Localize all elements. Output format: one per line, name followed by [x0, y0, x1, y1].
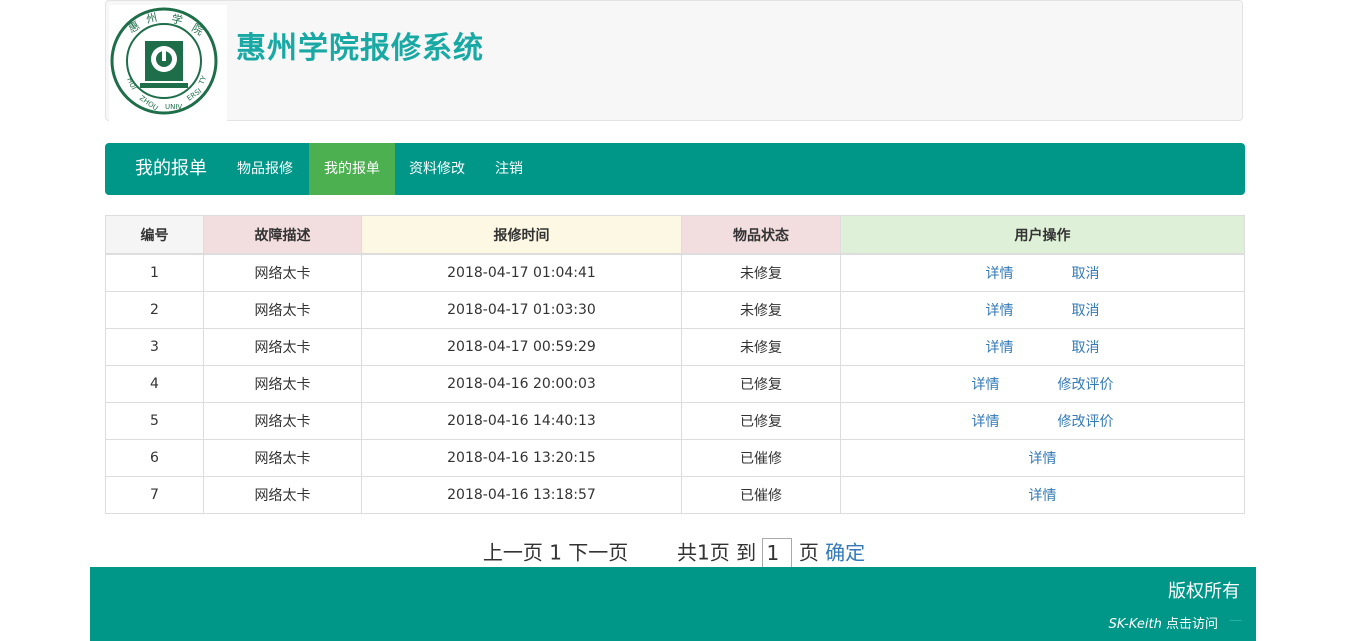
cell-id: 7 — [105, 476, 204, 514]
university-logo: 惠 州 学 院 HUI ZHOU UNIV ERSI TY — [109, 5, 227, 121]
cell-actions: 详情 — [840, 439, 1245, 477]
cell-time: 2018-04-16 20:00:03 — [361, 365, 682, 403]
cell-actions: 详情 — [840, 476, 1245, 514]
col-header-status: 物品状态 — [681, 215, 841, 255]
col-header-time: 报修时间 — [361, 215, 682, 255]
cell-status: 未修复 — [681, 253, 841, 292]
cell-desc: 网络太卡 — [203, 328, 362, 366]
col-header-id: 编号 — [105, 215, 204, 255]
current-page: 1 — [549, 540, 562, 565]
cell-desc: 网络太卡 — [203, 476, 362, 514]
cancel-link[interactable]: 取消 — [1072, 263, 1100, 283]
cell-status: 已修复 — [681, 365, 841, 403]
prev-page-link[interactable]: 上一页 — [483, 541, 543, 565]
page-header: 惠 州 学 院 HUI ZHOU UNIV ERSI TY 惠州学院报修系统 — [105, 0, 1243, 121]
edit-review-link[interactable]: 修改评价 — [1058, 411, 1114, 431]
cell-desc: 网络太卡 — [203, 253, 362, 292]
cancel-link[interactable]: 取消 — [1072, 300, 1100, 320]
cell-time: 2018-04-16 14:40:13 — [361, 402, 682, 440]
navbar-brand[interactable]: 我的报单 — [135, 143, 207, 195]
cell-desc: 网络太卡 — [203, 365, 362, 403]
cell-desc: 网络太卡 — [203, 439, 362, 477]
table-row: 1 网络太卡 2018-04-17 01:04:41 未修复 详情 取消 — [105, 253, 1245, 292]
cell-actions: 详情 修改评价 — [840, 402, 1245, 440]
svg-text:UNIV: UNIV — [165, 103, 182, 111]
cell-time: 2018-04-16 13:18:57 — [361, 476, 682, 514]
cell-actions: 详情 修改评价 — [840, 365, 1245, 403]
cell-desc: 网络太卡 — [203, 402, 362, 440]
nav-item-report[interactable]: 物品报修 — [223, 143, 307, 195]
nav-item-logout[interactable]: 注销 — [479, 143, 539, 195]
cell-id: 6 — [105, 439, 204, 477]
table-row: 3 网络太卡 2018-04-17 00:59:29 未修复 详情 取消 — [105, 328, 1245, 366]
cell-status: 未修复 — [681, 291, 841, 329]
cell-time: 2018-04-17 01:03:30 — [361, 291, 682, 329]
col-header-desc: 故障描述 — [203, 215, 362, 255]
cell-id: 1 — [105, 253, 204, 292]
detail-link[interactable]: 详情 — [986, 337, 1014, 357]
footer-dash: — — [1229, 613, 1242, 628]
cell-actions: 详情 取消 — [840, 291, 1245, 329]
cell-status: 已催修 — [681, 439, 841, 477]
main-navbar: 我的报单 物品报修 我的报单 资料修改 注销 — [105, 143, 1245, 195]
cell-actions: 详情 取消 — [840, 253, 1245, 292]
table-header-row: 编号 故障描述 报修时间 物品状态 用户操作 — [105, 215, 1245, 255]
table-row: 7 网络太卡 2018-04-16 13:18:57 已催修 详情 — [105, 476, 1245, 514]
detail-link[interactable]: 详情 — [986, 263, 1014, 283]
detail-link[interactable]: 详情 — [1029, 448, 1057, 468]
page-number-input[interactable]: 1 — [762, 537, 793, 568]
goto-label: 到 — [736, 540, 757, 565]
detail-link[interactable]: 详情 — [972, 374, 1000, 394]
cell-actions: 详情 取消 — [840, 328, 1245, 366]
author-visit-link[interactable]: SK-Keith 点击访问 — [1109, 613, 1218, 632]
cell-status: 未修复 — [681, 328, 841, 366]
cell-status: 已催修 — [681, 476, 841, 514]
cell-time: 2018-04-17 00:59:29 — [361, 328, 682, 366]
cell-time: 2018-04-17 01:04:41 — [361, 253, 682, 292]
total-pages: 共1页 — [677, 540, 730, 565]
cell-id: 2 — [105, 291, 204, 329]
nav-item-my-orders[interactable]: 我的报单 — [309, 143, 395, 195]
copyright-text: 版权所有 — [1168, 581, 1240, 602]
edit-review-link[interactable]: 修改评价 — [1058, 374, 1114, 394]
cancel-link[interactable]: 取消 — [1072, 337, 1100, 357]
table-row: 2 网络太卡 2018-04-17 01:03:30 未修复 详情 取消 — [105, 291, 1245, 329]
table-row: 5 网络太卡 2018-04-16 14:40:13 已修复 详情 修改评价 — [105, 402, 1245, 440]
visit-label[interactable]: 点击访问 — [1166, 617, 1218, 632]
cell-id: 4 — [105, 365, 204, 403]
col-header-actions: 用户操作 — [840, 215, 1245, 255]
site-title: 惠州学院报修系统 — [236, 31, 484, 66]
table-row: 4 网络太卡 2018-04-16 20:00:03 已修复 详情 修改评价 — [105, 365, 1245, 403]
orders-table: 编号 故障描述 报修时间 物品状态 用户操作 1 网络太卡 2018-04-17 0… — [105, 215, 1245, 514]
page-footer: 版权所有 SK-Keith 点击访问 — — [90, 567, 1256, 641]
confirm-page-link[interactable]: 确定 — [825, 541, 865, 565]
pagination: 上一页 1 下一页 共1页 到 1 页 确定 — [0, 537, 1348, 568]
cell-id: 3 — [105, 328, 204, 366]
nav-item-profile[interactable]: 资料修改 — [395, 143, 479, 195]
detail-link[interactable]: 详情 — [986, 300, 1014, 320]
detail-link[interactable]: 详情 — [1029, 485, 1057, 505]
table-row: 6 网络太卡 2018-04-16 13:20:15 已催修 详情 — [105, 439, 1245, 477]
next-page-link[interactable]: 下一页 — [568, 541, 628, 565]
cell-time: 2018-04-16 13:20:15 — [361, 439, 682, 477]
detail-link[interactable]: 详情 — [972, 411, 1000, 431]
page-unit-label: 页 — [798, 540, 819, 565]
cell-id: 5 — [105, 402, 204, 440]
author-name[interactable]: SK-Keith — [1109, 617, 1162, 632]
cell-desc: 网络太卡 — [203, 291, 362, 329]
cell-status: 已修复 — [681, 402, 841, 440]
